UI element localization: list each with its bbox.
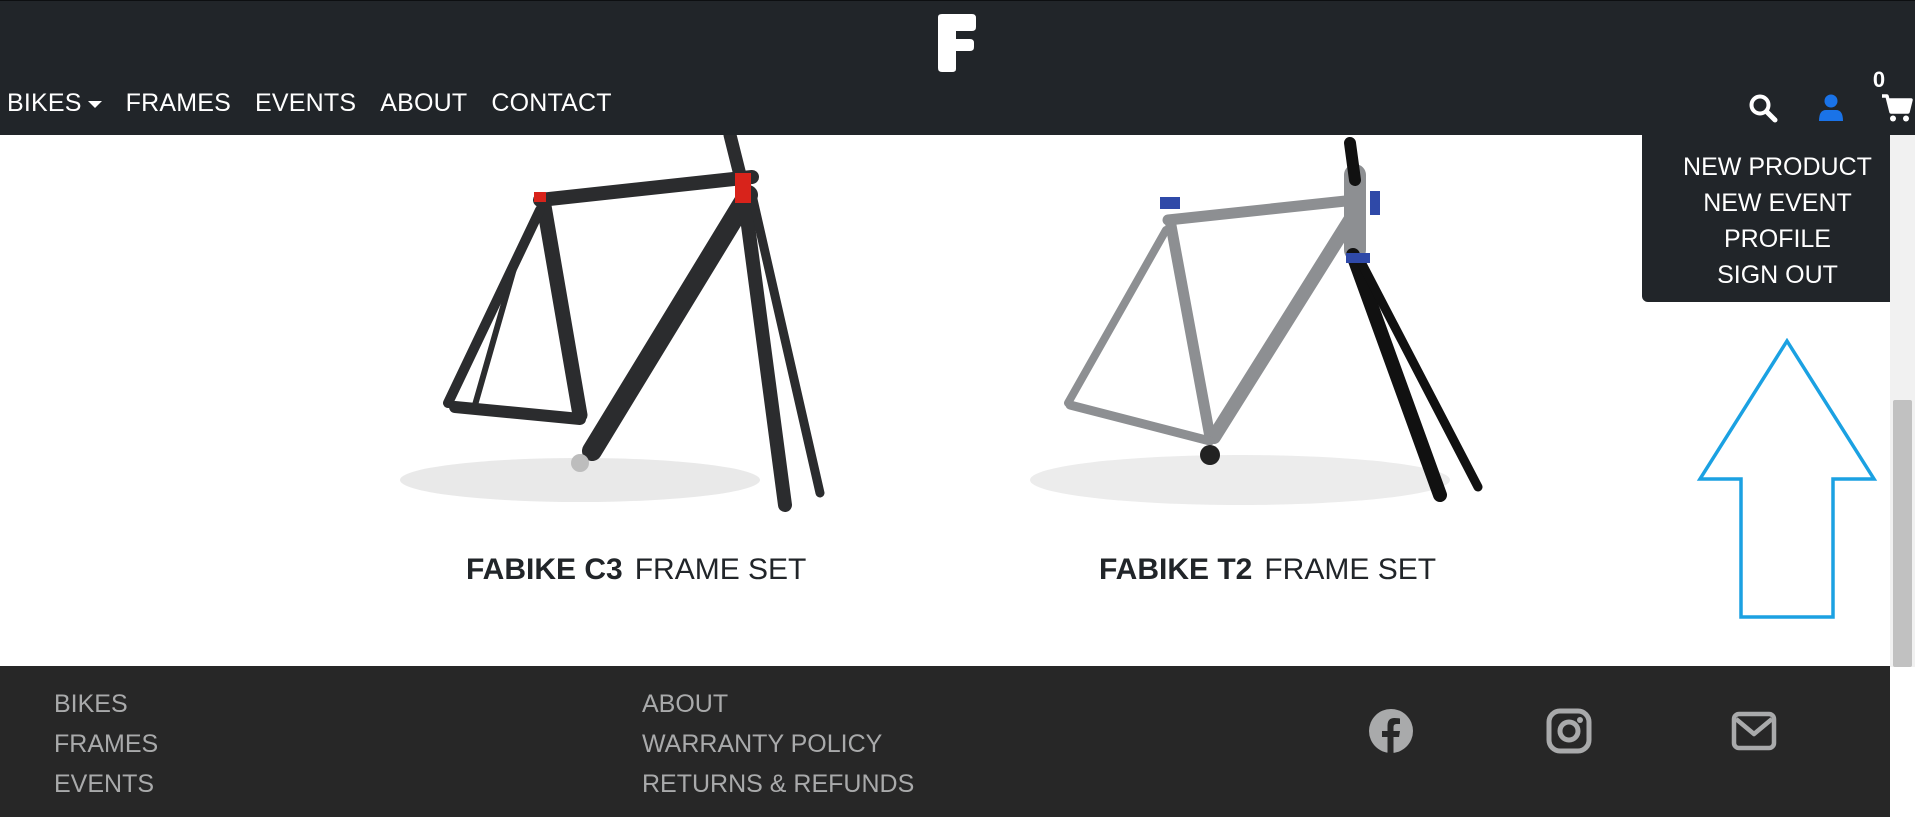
nav-frames[interactable]: FRAMES xyxy=(126,89,231,118)
nav-about[interactable]: ABOUT xyxy=(380,89,467,118)
main-navbar: BIKES FRAMES EVENTS ABOUT CONTACT 0 xyxy=(0,0,1915,135)
footer-link-frames[interactable]: FRAMES xyxy=(54,724,158,764)
product-suffix: FRAME SET xyxy=(634,553,807,586)
footer-col-info: ABOUT WARRANTY POLICY RETURNS & REFUNDS xyxy=(642,684,914,804)
menu-new-product[interactable]: NEW PRODUCT xyxy=(1642,149,1907,185)
cart-icon[interactable] xyxy=(1881,93,1913,123)
footer-col-products: BIKES FRAMES EVENTS xyxy=(54,684,158,804)
user-icon[interactable] xyxy=(1818,93,1844,123)
user-dropdown-menu: NEW PRODUCT NEW EVENT PROFILE SIGN OUT xyxy=(1642,135,1907,302)
menu-new-event[interactable]: NEW EVENT xyxy=(1642,185,1907,221)
product-model: FABIKE T2 xyxy=(1099,553,1253,586)
facebook-icon[interactable] xyxy=(1368,708,1414,754)
footer-link-warranty[interactable]: WARRANTY POLICY xyxy=(642,724,914,764)
nav-contact[interactable]: CONTACT xyxy=(491,89,611,118)
cart-count-badge: 0 xyxy=(1872,67,1886,92)
footer-link-bikes[interactable]: BIKES xyxy=(54,684,158,724)
titanium-frame-image[interactable] xyxy=(1010,135,1530,525)
footer-link-returns[interactable]: RETURNS & REFUNDS xyxy=(642,764,914,804)
footer-link-events[interactable]: EVENTS xyxy=(54,764,158,804)
instagram-icon[interactable] xyxy=(1546,708,1592,754)
menu-sign-out[interactable]: SIGN OUT xyxy=(1642,257,1907,293)
arrow-up-icon xyxy=(1696,338,1878,619)
nav-bikes[interactable]: BIKES xyxy=(7,89,102,118)
chevron-down-icon xyxy=(87,101,102,108)
menu-profile[interactable]: PROFILE xyxy=(1642,221,1907,257)
search-icon[interactable] xyxy=(1748,93,1778,123)
product-title-c3[interactable]: FABIKE C3 FRAME SET xyxy=(466,553,806,587)
nav-events[interactable]: EVENTS xyxy=(255,89,356,118)
footer-link-about[interactable]: ABOUT xyxy=(642,684,914,724)
product-title-t2[interactable]: FABIKE T2 FRAME SET xyxy=(1099,553,1436,587)
scrollbar-thumb[interactable] xyxy=(1893,400,1912,667)
fabike-logo-icon[interactable] xyxy=(932,13,978,73)
envelope-icon[interactable] xyxy=(1731,708,1777,754)
nav-bikes-label: BIKES xyxy=(7,89,82,117)
carbon-frame-image[interactable] xyxy=(380,135,860,525)
site-footer: BIKES FRAMES EVENTS ABOUT WARRANTY POLIC… xyxy=(0,666,1890,817)
product-model: FABIKE C3 xyxy=(466,553,623,586)
product-suffix: FRAME SET xyxy=(1264,553,1437,586)
primary-nav: BIKES FRAMES EVENTS ABOUT CONTACT xyxy=(7,89,612,118)
